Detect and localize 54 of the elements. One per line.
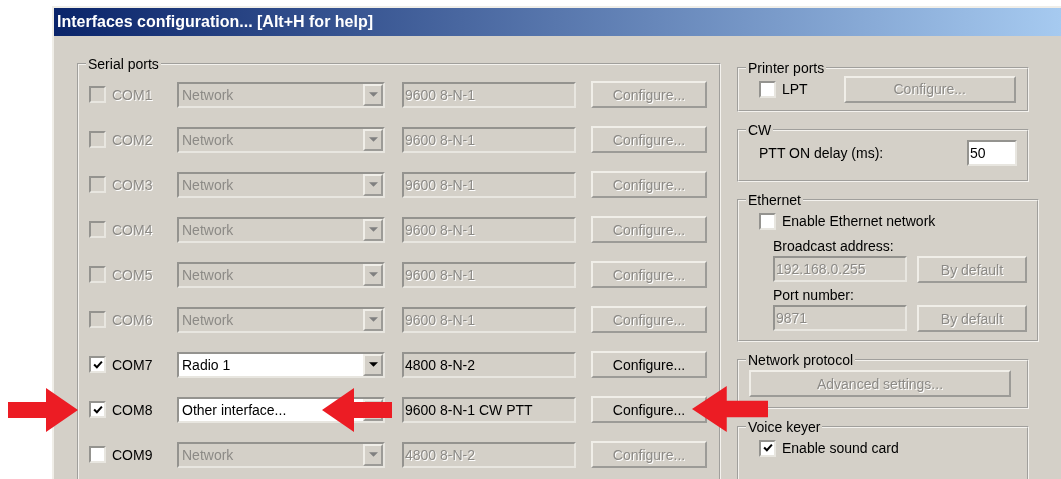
group-title: Printer ports [747,60,826,76]
port-label: COM3 [112,176,153,193]
checkbox-label: LPT [782,81,808,97]
port-label: COM8 [112,401,153,418]
device-dropdown[interactable]: Network [177,441,385,468]
group-title: Serial ports [87,56,160,72]
checkbox-label: Enable sound card [782,440,899,456]
dropdown-arrow-icon [368,227,378,232]
configure-button[interactable]: Configure... [591,441,707,468]
group-title: Ethernet [747,192,802,208]
dropdown-arrow-icon [368,137,378,142]
port-label: COM2 [112,131,153,148]
checkbox[interactable] [759,80,776,98]
address-field[interactable]: 192.168.0.255 [773,256,907,282]
dropdown-arrow-icon [368,362,378,367]
dropdown-arrow-icon [368,317,378,322]
dropdown-arrow-icon [368,182,378,187]
default-button[interactable]: By default [917,256,1027,283]
check-icon [92,404,103,415]
check-icon [762,443,773,453]
checkbox[interactable] [89,401,106,418]
port-label: COM5 [112,266,153,283]
dropdown-arrow-icon [368,272,378,277]
check-icon [92,359,103,370]
dropdown-arrow-icon [368,452,378,457]
dropdown-arrow-icon [368,92,378,97]
group-title: Voice keyer [747,419,822,435]
checkbox-label: Enable Ethernet network [782,213,936,229]
port-label: COM9 [112,446,153,463]
configure-button[interactable]: Configure... [591,351,707,378]
window-title: Interfaces configuration... [Alt+H for help] [57,13,374,31]
group-title: CW [747,122,773,138]
device-dropdown[interactable]: Radio 1 [177,351,385,378]
port-label: COM6 [112,311,153,328]
group-title: Network protocol [747,352,855,368]
port-field[interactable]: 9871 [773,305,907,331]
field-label: Broadcast address: [773,238,895,254]
settings-field[interactable]: 4800 8-N-2 [402,351,576,378]
field-label: Port number: [773,287,855,303]
checkbox[interactable] [89,356,106,373]
checkbox[interactable] [759,439,776,457]
port-label: COM1 [112,86,153,103]
port-label: COM4 [112,221,153,238]
settings-field[interactable]: 9600 8-N-1 CW PTT [402,396,576,423]
arrow-icon [8,388,78,432]
delay-input[interactable]: 50 [967,140,1017,166]
checkbox[interactable] [89,446,106,463]
port-label: COM7 [112,356,153,373]
settings-field[interactable]: 4800 8-N-2 [402,441,576,468]
default-button[interactable]: By default [917,305,1027,332]
arrow-icon [322,388,392,432]
field-label: PTT ON delay (ms): [759,145,884,161]
checkbox[interactable] [759,212,776,230]
configure-button[interactable]: Configure... [591,396,707,423]
